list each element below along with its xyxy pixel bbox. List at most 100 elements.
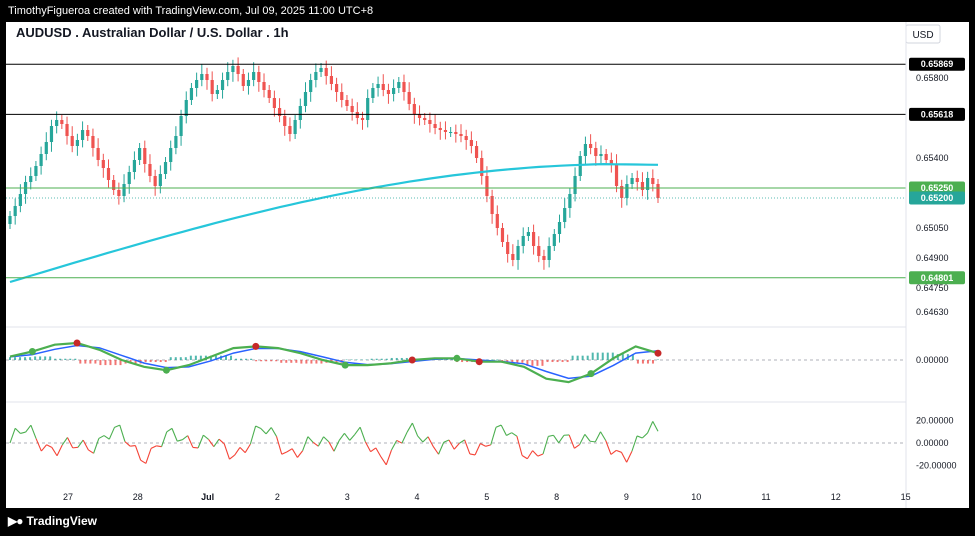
oscillator-segment bbox=[589, 440, 596, 443]
macd-histogram-bar bbox=[646, 360, 649, 364]
macd-histogram-bar bbox=[99, 360, 102, 366]
candle-body bbox=[386, 90, 391, 94]
macd-histogram-bar bbox=[285, 360, 288, 363]
candle-body bbox=[200, 74, 204, 80]
oscillator-segment bbox=[187, 435, 194, 448]
oscillator-segment bbox=[354, 426, 361, 435]
candle-body bbox=[464, 136, 468, 140]
macd-histogram-bar bbox=[174, 357, 177, 360]
candle-body bbox=[474, 146, 479, 158]
candle-body bbox=[319, 68, 323, 72]
oscillator-segment bbox=[61, 437, 68, 446]
candle-body bbox=[49, 126, 54, 142]
time-tick-label: 11 bbox=[761, 492, 770, 502]
macd-histogram-bar bbox=[154, 360, 157, 363]
candle-body bbox=[288, 126, 292, 134]
oscillator-segment bbox=[323, 436, 330, 443]
macd-histogram-bar bbox=[245, 358, 248, 360]
candle-body bbox=[132, 160, 137, 172]
candle-body bbox=[376, 84, 380, 88]
bearish-cross-marker bbox=[408, 356, 416, 364]
candle-body bbox=[568, 194, 572, 208]
time-tick-label: 15 bbox=[901, 492, 911, 502]
candles-group bbox=[8, 57, 660, 270]
candle-body bbox=[241, 74, 245, 86]
candle-body bbox=[267, 90, 271, 98]
oscillator-segment bbox=[229, 454, 236, 460]
price-label-text: 0.65200 bbox=[921, 193, 954, 203]
candle-body bbox=[179, 116, 183, 136]
bullish-cross-marker bbox=[341, 361, 349, 369]
macd-histogram-bar bbox=[350, 359, 353, 360]
macd-histogram-bar bbox=[657, 359, 659, 360]
oscillator-segment bbox=[600, 431, 607, 441]
tradingview-logo[interactable]: ▶● TradingView bbox=[8, 514, 97, 528]
oscillator-segment bbox=[98, 435, 105, 439]
time-tick-label: 9 bbox=[624, 492, 629, 502]
attribution-text: TimothyFigueroa created with TradingView… bbox=[8, 5, 374, 17]
candle-body bbox=[169, 148, 173, 162]
oscillator-segment bbox=[391, 440, 398, 451]
candle-body bbox=[91, 136, 95, 148]
candle-body bbox=[604, 154, 608, 160]
macd-histogram-bar bbox=[290, 360, 293, 363]
oscillator-segment bbox=[218, 438, 225, 445]
price-axis[interactable]: 0.65800 0.65400 0.65050 0.64900 0.64750 … bbox=[909, 57, 965, 317]
candle-body bbox=[526, 232, 530, 236]
macd-histogram-bar bbox=[556, 360, 559, 363]
price-tick-label: 0.65050 bbox=[916, 223, 949, 233]
candle-body bbox=[360, 118, 365, 120]
candle-body bbox=[215, 90, 219, 94]
macd-histogram-bar bbox=[606, 352, 609, 360]
candle-body bbox=[96, 148, 100, 160]
candle-body bbox=[397, 82, 401, 88]
currency-label: USD bbox=[912, 30, 933, 41]
oscillator-segment bbox=[349, 434, 356, 441]
candle-body bbox=[449, 132, 453, 133]
oscillator-segment bbox=[30, 425, 37, 439]
candle-body bbox=[44, 142, 48, 154]
candle-body bbox=[29, 176, 33, 182]
chart-canvas[interactable]: AUDUSD . Australian Dollar / U.S. Dollar… bbox=[6, 22, 969, 508]
oscillator-segment bbox=[270, 427, 277, 437]
candle-body bbox=[428, 120, 432, 124]
oscillator-segment bbox=[130, 445, 136, 447]
oscillator-segment bbox=[255, 425, 262, 429]
oscillator-segment bbox=[338, 432, 345, 441]
macd-histogram-bar bbox=[49, 356, 52, 360]
oscillator-segment bbox=[521, 455, 528, 460]
price-pane[interactable]: AUDUSD . Australian Dollar / U.S. Dollar… bbox=[6, 24, 965, 317]
candle-body bbox=[293, 120, 297, 134]
macd-histogram-bar bbox=[79, 360, 82, 364]
oscillator-segment bbox=[51, 447, 58, 457]
macd-histogram-bar bbox=[69, 358, 72, 360]
oscillator-segment bbox=[375, 447, 382, 458]
oscillator-segment bbox=[161, 431, 168, 447]
oscillator-segment bbox=[302, 436, 309, 451]
oscillator-segment bbox=[584, 433, 591, 442]
candle-body bbox=[184, 100, 188, 116]
macd-histogram-bar bbox=[601, 352, 604, 360]
time-axis[interactable]: 27 28 Jul 2 3 4 5 8 9 10 11 12 15 bbox=[63, 492, 911, 502]
time-tick-label: 8 bbox=[554, 492, 559, 502]
oscillator-pane[interactable]: 20.00000 0.00000 -20.00000 bbox=[6, 415, 957, 471]
oscillator-segment bbox=[171, 428, 178, 442]
candle-body bbox=[366, 98, 370, 120]
candle-body bbox=[86, 130, 90, 136]
candle-body bbox=[143, 148, 147, 164]
oscillator-segment bbox=[307, 436, 314, 443]
candle-body bbox=[635, 178, 639, 182]
macd-histogram-bar bbox=[521, 360, 524, 363]
candle-body bbox=[122, 184, 126, 196]
oscillator-segment bbox=[25, 424, 32, 433]
oscillator-segment bbox=[526, 450, 534, 460]
macd-histogram-bar bbox=[260, 360, 263, 362]
macd-pane[interactable]: 0.00000 bbox=[6, 339, 949, 384]
macd-histogram-bar bbox=[355, 359, 358, 360]
macd-histogram-bar bbox=[315, 360, 318, 364]
macd-histogram-bar bbox=[270, 360, 273, 362]
oscillator-segment bbox=[417, 435, 424, 443]
macd-histogram-bar bbox=[310, 360, 313, 364]
oscillator-segment bbox=[150, 445, 157, 449]
oscillator-segment bbox=[260, 428, 267, 435]
